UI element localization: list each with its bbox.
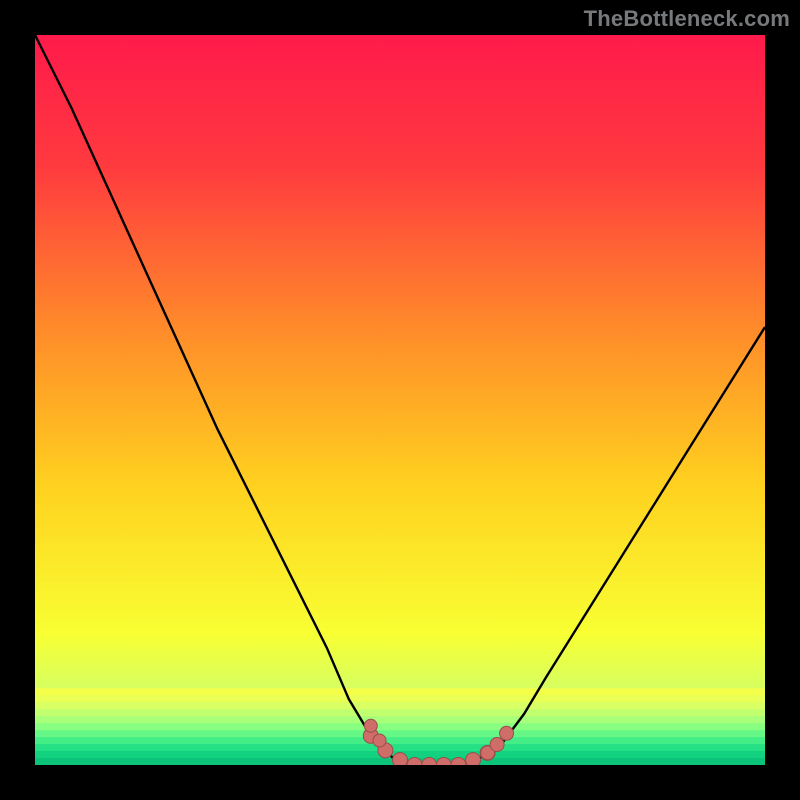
watermark-label: TheBottleneck.com [584, 6, 790, 32]
plot-area [35, 35, 765, 765]
marker-dot [373, 734, 386, 747]
marker-dot [466, 753, 481, 765]
gradient-background [35, 35, 765, 765]
chart-svg [35, 35, 765, 765]
marker-dot [500, 726, 514, 740]
marker-dot [490, 738, 504, 752]
marker-dot [364, 719, 377, 732]
chart-frame: TheBottleneck.com [0, 0, 800, 800]
marker-dot [393, 753, 408, 765]
